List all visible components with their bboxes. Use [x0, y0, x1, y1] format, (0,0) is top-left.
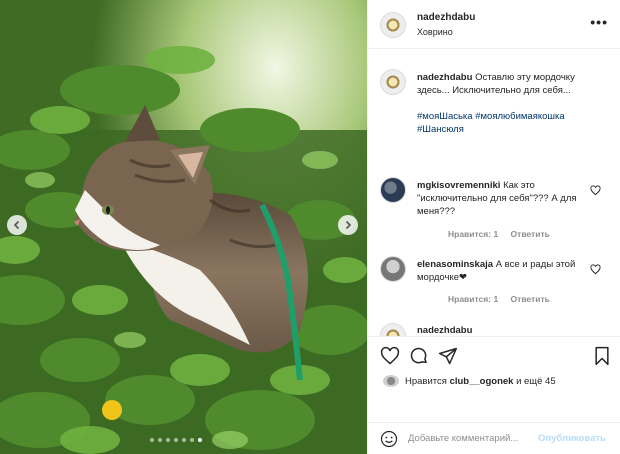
caption-avatar[interactable]: [380, 69, 406, 95]
liker-avatar: [383, 375, 399, 387]
chevron-right-icon: [345, 220, 352, 230]
post-location[interactable]: Ховрино: [417, 27, 453, 37]
comment-username[interactable]: nadezhdabu: [417, 325, 472, 336]
likes-summary[interactable]: Нравится club__ogonek и ещё 45: [383, 375, 556, 387]
comment-username[interactable]: elenasominskaja: [417, 259, 493, 270]
comment-likes-count[interactable]: Нравится: 1: [448, 229, 498, 239]
author-avatar[interactable]: [380, 12, 406, 38]
chevron-left-icon: [13, 220, 20, 230]
post-photo[interactable]: [0, 0, 367, 454]
commenter-avatar[interactable]: [380, 323, 406, 336]
comment-likes-count[interactable]: Нравится: 1: [448, 294, 498, 304]
commenter-avatar[interactable]: [380, 256, 406, 282]
more-horizontal-icon[interactable]: •••: [590, 15, 608, 29]
previous-slide-button[interactable]: [7, 215, 27, 235]
comment-icon[interactable]: [409, 346, 429, 366]
comment-input[interactable]: [408, 433, 534, 444]
comments-list[interactable]: nadezhdabu Оставлю эту мордочку здесь...…: [368, 49, 620, 336]
share-icon[interactable]: [438, 346, 458, 366]
commenter-avatar[interactable]: [380, 177, 406, 203]
post-side-panel: nadezhdabu Ховрино ••• nadezhdabu Оставл…: [367, 0, 620, 454]
cat-photo-image: [0, 0, 367, 454]
caption-hashtags[interactable]: #мояШаська #моялюбимаякошка #Шансюля: [417, 110, 587, 136]
carousel-indicator: [150, 438, 202, 442]
carousel-dot: [150, 438, 154, 442]
carousel-dot: [174, 438, 178, 442]
carousel-dot: [182, 438, 186, 442]
likes-prefix: Нравится: [405, 375, 447, 387]
reply-button[interactable]: Ответить: [511, 294, 550, 304]
caption-username[interactable]: nadezhdabu: [417, 72, 472, 83]
reply-button[interactable]: Ответить: [511, 229, 550, 239]
carousel-dot: [198, 438, 202, 442]
carousel-dot: [190, 438, 194, 442]
add-comment-bar: Опубликовать: [368, 422, 620, 454]
likes-others[interactable]: и ещё 45: [516, 376, 556, 387]
carousel-dot: [158, 438, 162, 442]
post-actions: Нравится club__ogonek и ещё 45: [368, 336, 620, 422]
publish-button[interactable]: Опубликовать: [538, 433, 606, 444]
heart-icon[interactable]: [380, 346, 400, 366]
bookmark-icon[interactable]: [592, 346, 612, 366]
post-header: nadezhdabu Ховрино •••: [368, 0, 620, 49]
emoji-icon[interactable]: [380, 430, 398, 448]
heart-outline-icon[interactable]: [590, 264, 601, 275]
next-slide-button[interactable]: [338, 215, 358, 235]
comment-username[interactable]: mgkisovremenniki: [417, 180, 500, 191]
carousel-dot: [166, 438, 170, 442]
author-username[interactable]: nadezhdabu: [417, 12, 475, 23]
heart-outline-icon[interactable]: [590, 185, 601, 196]
liker-username[interactable]: club__ogonek: [450, 376, 514, 387]
